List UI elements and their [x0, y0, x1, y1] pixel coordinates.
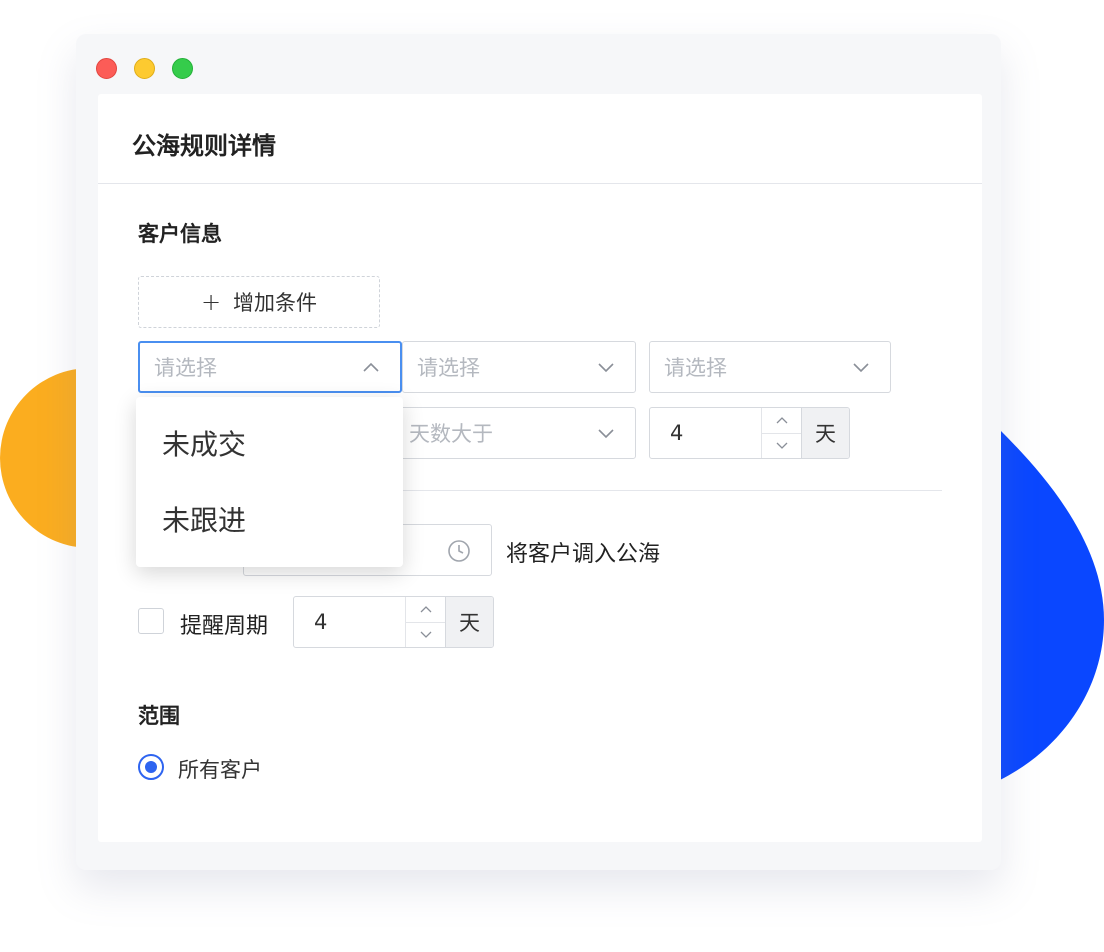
- select-placeholder: 请选择: [417, 356, 480, 380]
- all-customers-radio[interactable]: [138, 754, 164, 780]
- blue-decor-blob: [1000, 430, 1104, 780]
- reminder-number-input[interactable]: 4 天: [293, 596, 494, 648]
- chevron-down-icon: [598, 363, 614, 373]
- chevron-down-icon: [776, 442, 787, 449]
- maximize-window-button[interactable]: [172, 58, 193, 79]
- select-placeholder: 请选择: [664, 356, 727, 380]
- decrement-button[interactable]: [762, 434, 801, 459]
- days-number-input[interactable]: 4 天: [649, 407, 850, 459]
- reminder-cycle-label: 提醒周期: [180, 614, 269, 639]
- condition-dropdown-menu: 未成交 未跟进: [136, 397, 403, 567]
- days-stepper: [761, 408, 801, 458]
- decrement-button[interactable]: [406, 623, 445, 648]
- condition-value-select[interactable]: 请选择: [649, 341, 891, 393]
- radio-selected-dot: [145, 761, 157, 773]
- condition-field-select[interactable]: 请选择: [138, 341, 402, 393]
- days-condition-select[interactable]: 天数大于: [394, 407, 636, 459]
- add-condition-label: 增加条件: [233, 291, 318, 315]
- select-placeholder: 请选择: [154, 356, 217, 380]
- condition-operator-select[interactable]: 请选择: [402, 341, 636, 393]
- plus-icon: +: [200, 288, 222, 316]
- days-value[interactable]: 4: [650, 408, 761, 458]
- reminder-value[interactable]: 4: [294, 597, 405, 647]
- close-window-button[interactable]: [96, 58, 117, 79]
- dropdown-option-not-closed[interactable]: 未成交: [136, 405, 403, 481]
- page-title: 公海规则详情: [98, 94, 982, 184]
- all-customers-label: 所有客户: [178, 758, 262, 782]
- add-condition-button[interactable]: + 增加条件: [138, 276, 380, 328]
- scope-heading: 范围: [138, 704, 180, 728]
- chevron-up-icon: [420, 606, 431, 613]
- increment-button[interactable]: [406, 597, 445, 623]
- transfer-to-pool-label: 将客户调入公海: [506, 542, 661, 567]
- dropdown-option-not-followed[interactable]: 未跟进: [136, 481, 403, 557]
- chevron-up-icon: [363, 362, 379, 372]
- increment-button[interactable]: [762, 408, 801, 434]
- select-placeholder: 天数大于: [409, 422, 493, 446]
- chevron-down-icon: [598, 429, 614, 439]
- minimize-window-button[interactable]: [134, 58, 155, 79]
- clock-icon: [448, 540, 470, 562]
- customer-info-heading: 客户信息: [138, 222, 222, 246]
- chevron-down-icon: [420, 631, 431, 638]
- chevron-down-icon: [853, 363, 869, 373]
- chevron-up-icon: [776, 417, 787, 424]
- reminder-stepper: [405, 597, 445, 647]
- days-unit: 天: [801, 408, 849, 458]
- reminder-unit: 天: [445, 597, 493, 647]
- reminder-checkbox[interactable]: [138, 608, 164, 634]
